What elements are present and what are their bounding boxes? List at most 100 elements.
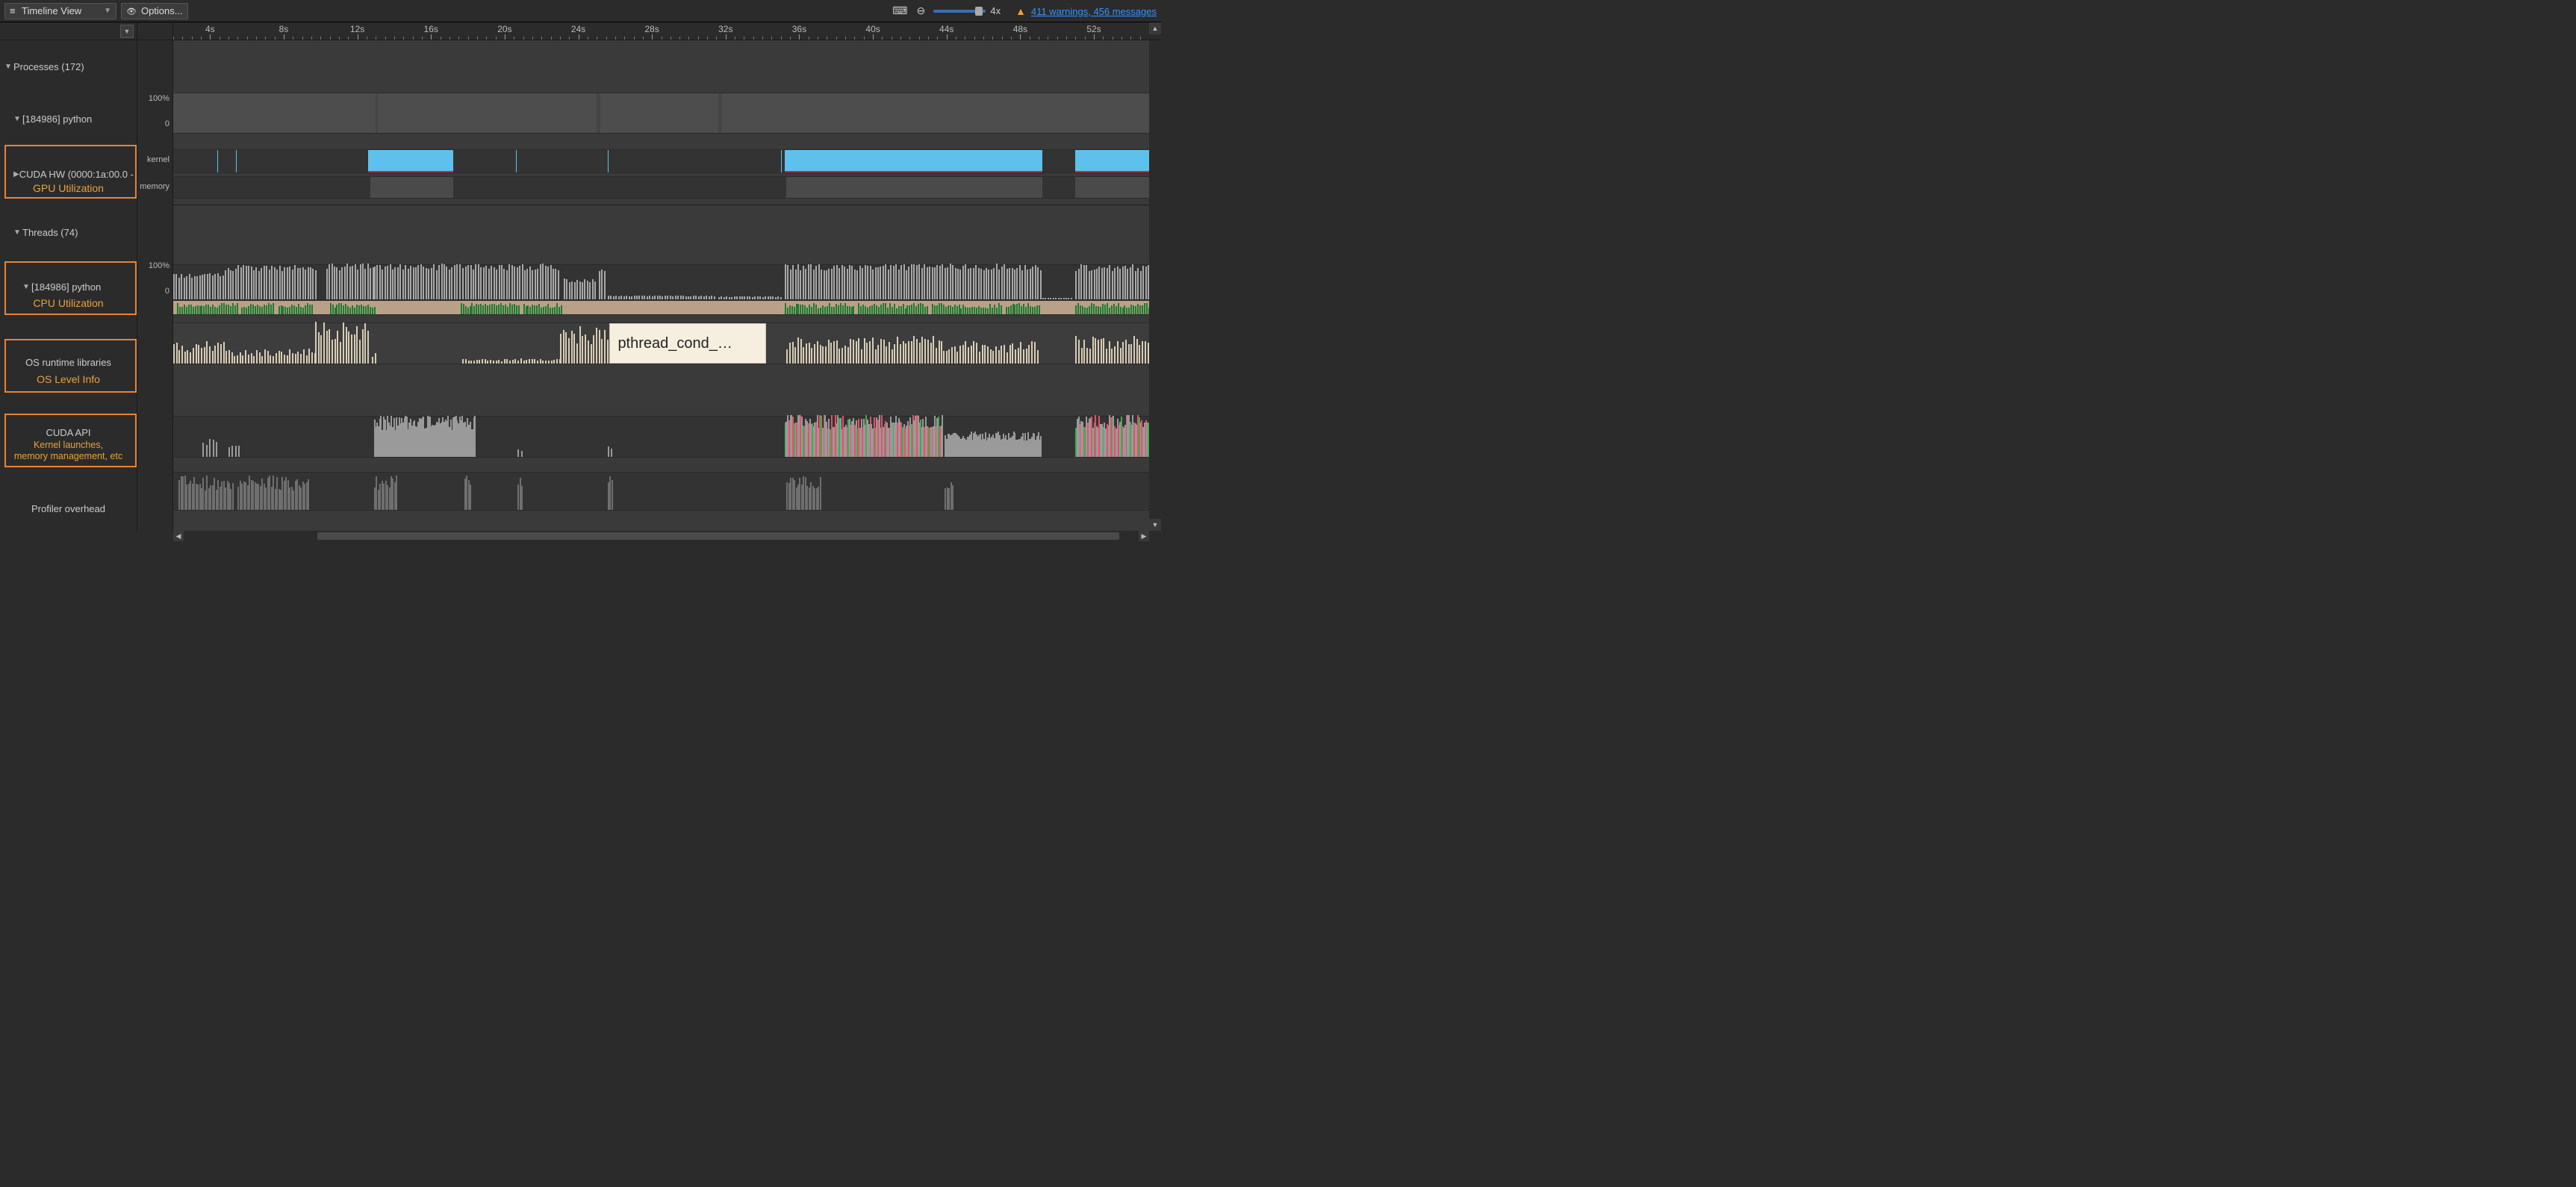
ruler-label: 36s xyxy=(792,24,806,34)
track-lane xyxy=(173,93,1149,134)
event-block[interactable] xyxy=(236,150,237,172)
tree-thread-label: [184986] python xyxy=(31,281,101,293)
chevron-down-icon: ▼ xyxy=(13,228,22,237)
warnings-area: ▲ 411 warnings, 456 messages xyxy=(1015,5,1157,17)
vscroll-gutter: ▼ xyxy=(1149,40,1161,531)
axis-kernel: kernel xyxy=(147,155,169,164)
annot-cpu-label: CPU Utilization xyxy=(0,297,137,309)
axis-100: 100% xyxy=(149,94,169,103)
axis-0b: 0 xyxy=(165,287,169,296)
time-ruler[interactable]: 4s 8s 12s 16s 20s 24s 28s 32s 36s 40s 44s 48s 52s xyxy=(173,22,1149,40)
tree-process-label: [184986] python xyxy=(22,113,92,125)
hamburger-icon xyxy=(10,5,17,16)
zoom-slider-wrap: 4x xyxy=(933,5,1001,16)
annot-api-sub1: Kernel launches, xyxy=(0,440,137,450)
zoom-label: 4x xyxy=(990,5,1001,16)
options-label: Options... xyxy=(141,5,183,16)
chevron-right-icon: ▶ xyxy=(13,170,19,178)
view-dropdown-label: Timeline View xyxy=(22,5,81,16)
track-lane xyxy=(173,300,1149,315)
event-block[interactable] xyxy=(378,93,597,133)
ruler-label: 28s xyxy=(644,24,659,34)
tree-cuda-api[interactable]: CUDA API xyxy=(0,427,137,438)
tree-header: ▼ xyxy=(0,22,137,40)
track-lane xyxy=(173,416,1149,458)
annot-api-sub2: memory management, etc xyxy=(0,451,137,461)
ruler-label: 20s xyxy=(497,24,511,34)
ruler-label: 40s xyxy=(865,24,880,34)
ruler-label: 4s xyxy=(205,24,215,34)
scroll-down-button[interactable]: ▼ xyxy=(1149,519,1161,531)
annot-gpu-label: GPU Utilization xyxy=(0,182,137,194)
event-block[interactable] xyxy=(368,150,452,172)
hscroll-left[interactable]: ◀ xyxy=(173,531,184,541)
axis-column: 100% 0 kernel memory 100% 0 xyxy=(137,40,173,531)
tree-processes-label: Processes (172) xyxy=(13,61,84,72)
tree-cuda-hw[interactable]: ▶ CUDA HW (0000:1a:00.0 - NV xyxy=(0,169,137,180)
annot-os-label: OS Level Info xyxy=(0,373,137,385)
eye-icon xyxy=(126,5,137,16)
event-block[interactable] xyxy=(608,150,609,172)
tree-thread-python[interactable]: ▼ [184986] python xyxy=(0,281,137,293)
chevron-down-icon: ▼ xyxy=(22,283,31,291)
tree-process-python[interactable]: ▼ [184986] python xyxy=(0,113,137,125)
ruler-label: 8s xyxy=(279,24,289,34)
track-lane xyxy=(173,176,1149,199)
track-area[interactable]: pthread_cond_… xyxy=(173,40,1149,531)
event-block[interactable] xyxy=(781,150,782,172)
event-block[interactable] xyxy=(1075,150,1149,172)
warnings-link[interactable]: 411 warnings, 456 messages xyxy=(1031,6,1157,17)
ruler-label: 32s xyxy=(718,24,732,34)
ruler-label: 16s xyxy=(424,24,438,34)
tree-filter-dropdown[interactable]: ▼ xyxy=(120,25,134,38)
timeline-body: ▼ Processes (172) ▼ [184986] python ▶ CU… xyxy=(0,40,1161,531)
axis-100b: 100% xyxy=(149,261,169,270)
ruler-label: 48s xyxy=(1013,24,1027,34)
view-dropdown[interactable]: Timeline View ▼ xyxy=(4,3,116,19)
event-block[interactable] xyxy=(516,150,517,172)
profiler-window: Timeline View ▼ Options... ⌨ ⊖ 4x ▲ 411 … xyxy=(0,0,1161,541)
hscroll-track[interactable] xyxy=(184,531,1139,541)
event-block[interactable] xyxy=(217,150,218,172)
event-block[interactable] xyxy=(370,177,453,198)
tree-profiler-overhead[interactable]: Profiler overhead xyxy=(0,503,137,514)
zoom-out-icon[interactable]: ⊖ xyxy=(912,3,929,19)
chevron-down-icon: ▼ xyxy=(104,7,111,15)
event-block[interactable] xyxy=(1075,177,1149,198)
tree-threads-label: Threads (74) xyxy=(22,227,78,238)
ruler-bar: ▼ 4s8s12s16s20s24s28s32s36s40s44s48s52s … xyxy=(0,22,1161,40)
tree-column: ▼ Processes (172) ▼ [184986] python ▶ CU… xyxy=(0,40,137,531)
track-lane: pthread_cond_… xyxy=(173,323,1149,364)
axis-memory: memory xyxy=(140,182,169,191)
hscroll: ◀ ▶ xyxy=(173,531,1149,541)
ruler-label: 44s xyxy=(939,24,953,34)
ruler-label: 12s xyxy=(350,24,364,34)
tree-cuda-api-label: CUDA API xyxy=(46,427,91,438)
warning-icon: ▲ xyxy=(1015,5,1026,17)
tree-threads[interactable]: ▼ Threads (74) xyxy=(0,227,137,238)
ruler-label: 52s xyxy=(1086,24,1101,34)
event-block[interactable] xyxy=(786,177,1042,198)
toolbar: Timeline View ▼ Options... ⌨ ⊖ 4x ▲ 411 … xyxy=(0,0,1161,22)
os-event-highlight[interactable]: pthread_cond_… xyxy=(609,323,766,364)
event-block[interactable] xyxy=(173,93,376,133)
chevron-down-icon: ▼ xyxy=(13,115,22,123)
chevron-down-icon: ▼ xyxy=(4,63,13,71)
zoom-slider[interactable] xyxy=(933,10,986,13)
scroll-up-button[interactable]: ▲ xyxy=(1149,22,1161,34)
event-block[interactable] xyxy=(785,150,1042,172)
tree-os-runtime[interactable]: OS runtime libraries xyxy=(0,357,137,368)
event-block[interactable] xyxy=(722,93,1149,133)
options-button[interactable]: Options... xyxy=(121,3,188,19)
keyboard-icon[interactable]: ⌨ xyxy=(892,3,908,19)
track-lane xyxy=(173,264,1149,300)
ruler-label: 24s xyxy=(571,24,585,34)
hscroll-thumb[interactable] xyxy=(317,532,1119,540)
track-lane xyxy=(173,149,1149,173)
hscroll-right[interactable]: ▶ xyxy=(1139,531,1149,541)
tree-os-runtime-label: OS runtime libraries xyxy=(25,357,111,368)
event-block[interactable] xyxy=(600,93,718,133)
axis-0a: 0 xyxy=(165,119,169,128)
tree-processes[interactable]: ▼ Processes (172) xyxy=(0,61,137,72)
track-lane xyxy=(173,472,1149,511)
